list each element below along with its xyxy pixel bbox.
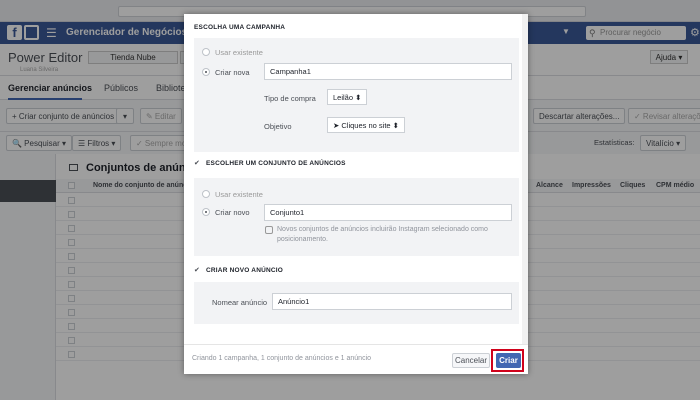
- adset-create-new-label: Criar novo: [215, 208, 250, 217]
- modal-footer: Criando 1 campanha, 1 conjunto de anúnci…: [184, 344, 528, 374]
- ad-section-title: CRIAR NOVO ANÚNCIO: [206, 267, 284, 274]
- instagram-icon: [265, 226, 273, 234]
- ad-panel: Nomear anúncio Anúncio1: [194, 282, 519, 324]
- instagram-note-line2: posicionamento.: [277, 236, 328, 243]
- campaign-section-title: ESCOLHA UMA CAMPANHA: [194, 24, 286, 31]
- adset-use-existing-label: Usar existente: [215, 190, 263, 199]
- objective-select[interactable]: ➤ Cliques no site ⬍: [327, 117, 405, 133]
- adset-use-existing-radio[interactable]: [202, 190, 210, 198]
- modal-scrollbar[interactable]: [522, 14, 528, 344]
- cursor-icon: ➤: [333, 121, 340, 130]
- campaign-use-existing-label: Usar existente: [215, 48, 263, 57]
- checkmark-icon[interactable]: ✔: [194, 267, 201, 274]
- create-ad-modal: ESCOLHA UMA CAMPANHA Usar existente Cria…: [184, 14, 528, 374]
- ad-name-label: Nomear anúncio: [212, 298, 268, 307]
- create-button[interactable]: Criar: [496, 353, 521, 368]
- cancel-button[interactable]: Cancelar: [452, 353, 490, 368]
- adset-panel: Usar existente Criar novo Conjunto1 Novo…: [194, 178, 519, 256]
- campaign-panel: Usar existente Criar nova Campanha1 Tipo…: [194, 38, 519, 152]
- adset-section-title: ESCOLHER UM CONJUNTO DE ANÚNCIOS: [206, 160, 346, 167]
- instagram-note-line1: Novos conjuntos de anúncios incluirão In…: [277, 226, 488, 233]
- objective-label: Objetivo: [264, 122, 292, 131]
- buy-type-label: Tipo de compra: [264, 94, 316, 103]
- campaign-use-existing-radio[interactable]: [202, 48, 210, 56]
- buy-type-select[interactable]: Leilão ⬍: [327, 89, 368, 105]
- checkmark-icon[interactable]: ✔: [194, 160, 201, 167]
- campaign-name-input[interactable]: Campanha1: [264, 63, 512, 80]
- campaign-create-new-label: Criar nova: [215, 68, 250, 77]
- ad-name-input[interactable]: Anúncio1: [272, 293, 512, 310]
- objective-value: Cliques no site ⬍: [341, 121, 399, 130]
- adset-name-input[interactable]: Conjunto1: [264, 204, 512, 221]
- creation-summary: Criando 1 campanha, 1 conjunto de anúnci…: [192, 355, 372, 362]
- adset-create-new-radio[interactable]: [202, 208, 210, 216]
- campaign-create-new-radio[interactable]: [202, 68, 210, 76]
